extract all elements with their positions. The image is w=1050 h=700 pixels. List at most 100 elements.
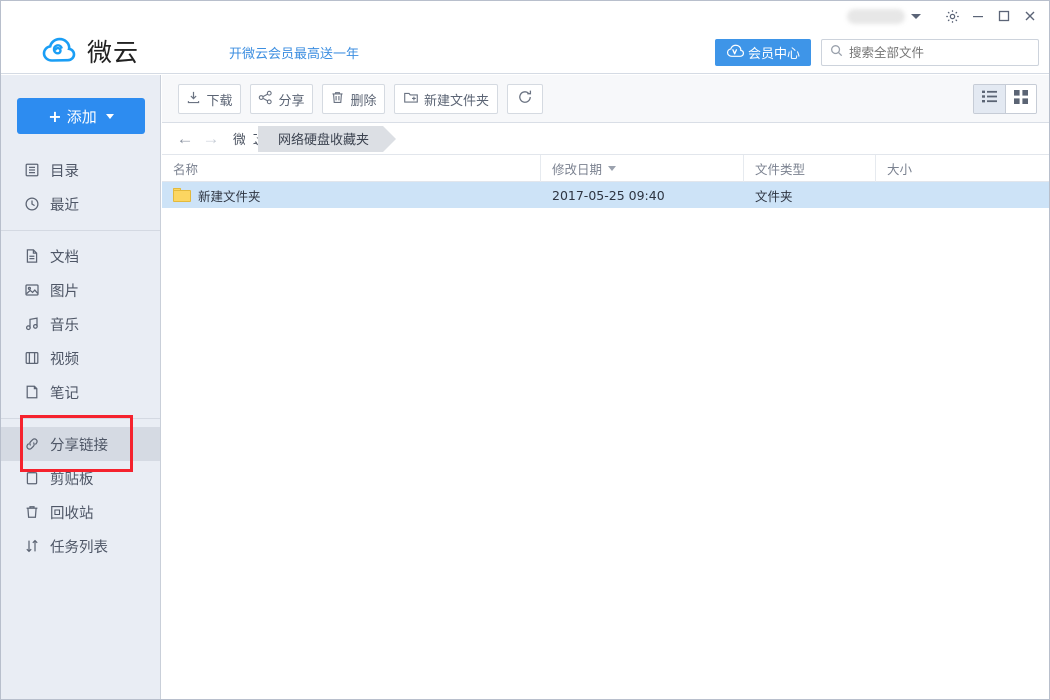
download-button[interactable]: 下载 (178, 84, 241, 114)
sidebar-item-trash[interactable]: 回收站 (1, 495, 160, 529)
column-header-size[interactable]: 大小 (876, 155, 1009, 182)
app-logo[interactable]: 微云 (41, 33, 139, 69)
new-folder-button[interactable]: 新建文件夹 (394, 84, 498, 114)
weiyun-app-window: 微云 开微云会员最高送一年 会员中心 + 添加 (0, 0, 1050, 700)
share-button[interactable]: 分享 (250, 84, 313, 114)
maximize-button[interactable] (991, 3, 1017, 29)
clock-icon (23, 196, 40, 213)
new-folder-icon (403, 90, 419, 109)
member-center-button[interactable]: 会员中心 (715, 39, 811, 66)
column-label: 名称 (173, 161, 199, 177)
cell-modified: 2017-05-25 09:40 (552, 187, 665, 203)
user-account-redacted[interactable] (847, 8, 905, 24)
folder-icon (173, 188, 191, 202)
trash-icon (23, 504, 40, 521)
sidebar-item-label: 音乐 (50, 317, 79, 334)
weiyun-cloud-logo-icon (41, 35, 79, 68)
close-button[interactable] (1017, 3, 1043, 29)
sidebar-divider (1, 418, 160, 419)
cell-type: 文件夹 (755, 188, 793, 204)
share-label: 分享 (278, 93, 305, 109)
cell-size (876, 182, 1009, 208)
title-bar (1, 1, 1049, 31)
arrow-right-icon: → (202, 128, 220, 148)
vip-cloud-icon (726, 44, 745, 62)
sidebar-item-label: 最近 (50, 197, 79, 214)
grid-view-button[interactable] (1005, 85, 1036, 113)
sidebar: + 添加 目录最近文档图片音乐视频笔记分享链接剪贴板 回收站任务列表 (1, 75, 161, 699)
file-list: 名称 修改日期 文件类型 大小 新建文件夹 2017-05-25 09:40 文… (162, 154, 1049, 699)
delete-button[interactable]: 删除 (322, 84, 385, 114)
sort-descending-icon (608, 165, 617, 171)
app-title: 微云 (87, 38, 140, 67)
sidebar-item-list[interactable]: 目录 (1, 153, 160, 187)
sidebar-divider (1, 230, 160, 231)
sidebar-item-label: 分享链接 (50, 437, 108, 454)
sidebar-item-note[interactable]: 笔记 (1, 375, 160, 409)
trash-icon (330, 90, 345, 109)
clipboard-icon (23, 470, 40, 487)
column-label: 修改日期 (552, 161, 603, 177)
refresh-button[interactable] (507, 84, 543, 114)
music-icon (23, 316, 40, 333)
sidebar-item-video[interactable]: 视频 (1, 341, 160, 375)
chevron-down-icon[interactable] (911, 13, 921, 19)
breadcrumb-current[interactable]: 网络硬盘收藏夹 (245, 125, 397, 152)
transfer-icon (23, 538, 40, 555)
minimize-icon (971, 9, 985, 23)
sidebar-item-label: 笔记 (50, 385, 79, 402)
download-icon (186, 90, 201, 109)
maximize-icon (997, 9, 1011, 23)
link-icon (23, 436, 40, 453)
sidebar-item-label: 视频 (50, 351, 79, 368)
add-button-label: 添加 (66, 107, 97, 126)
minimize-button[interactable] (965, 3, 991, 29)
breadcrumb: ← → 微云 网络硬盘收藏夹 (162, 123, 1049, 155)
sidebar-nav: 目录最近文档图片音乐视频笔记分享链接剪贴板 回收站任务列表 (1, 153, 160, 563)
sidebar-item-link[interactable]: 分享链接 (1, 427, 160, 461)
file-name: 新建文件夹 (198, 188, 261, 204)
file-list-header: 名称 修改日期 文件类型 大小 (162, 154, 1049, 182)
search-box[interactable] (821, 39, 1039, 66)
new-folder-label: 新建文件夹 (423, 93, 489, 109)
table-row[interactable]: 新建文件夹 2017-05-25 09:40 文件夹 (162, 182, 1049, 208)
sidebar-item-image[interactable]: 图片 (1, 273, 160, 307)
view-toggle-group (973, 84, 1037, 114)
sidebar-item-label: 目录 (50, 163, 79, 180)
grid-view-icon (1014, 89, 1028, 109)
sidebar-item-label: 任务列表 (50, 539, 108, 556)
delete-label: 删除 (350, 93, 377, 109)
column-header-type[interactable]: 文件类型 (744, 154, 876, 182)
sidebar-item-music[interactable]: 音乐 (1, 307, 160, 341)
list-view-icon (982, 90, 997, 108)
forward-button[interactable]: → (198, 129, 224, 149)
column-header-modified[interactable]: 修改日期 (541, 154, 744, 182)
search-input[interactable] (849, 45, 1029, 60)
promo-link[interactable]: 开微云会员最高送一年 (229, 43, 359, 62)
list-icon (23, 162, 40, 179)
sidebar-item-clock[interactable]: 最近 (1, 187, 160, 221)
search-icon (830, 44, 843, 62)
column-header-name[interactable]: 名称 (162, 154, 541, 182)
arrow-left-icon: ← (176, 128, 194, 148)
chevron-down-icon (105, 113, 114, 119)
add-button[interactable]: + 添加 (17, 98, 145, 134)
gear-icon (945, 9, 960, 24)
note-icon (23, 384, 40, 401)
sidebar-item-label: 文档 (50, 249, 79, 266)
column-label: 文件类型 (755, 161, 806, 177)
settings-button[interactable] (939, 3, 965, 29)
video-icon (23, 350, 40, 367)
back-button[interactable]: ← (172, 129, 198, 149)
app-header: 微云 开微云会员最高送一年 会员中心 (1, 31, 1049, 74)
list-view-button[interactable] (974, 85, 1005, 113)
cell-name: 新建文件夹 (162, 182, 541, 208)
refresh-icon (517, 89, 533, 109)
image-icon (23, 282, 40, 299)
sidebar-item-clipboard[interactable]: 剪贴板 (1, 461, 160, 495)
sidebar-item-transfer[interactable]: 任务列表 (1, 529, 160, 563)
member-center-label: 会员中心 (747, 47, 800, 62)
sidebar-item-document[interactable]: 文档 (1, 239, 160, 273)
plus-icon: + (48, 106, 62, 126)
column-label: 大小 (887, 161, 913, 177)
